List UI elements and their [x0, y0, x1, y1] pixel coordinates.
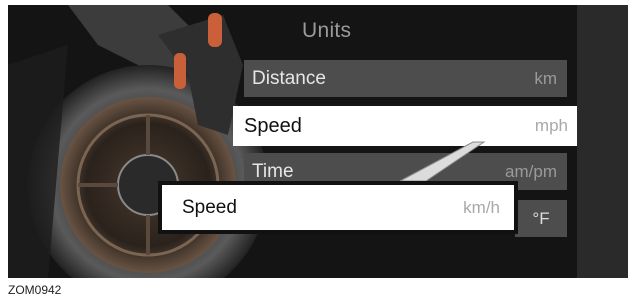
side-panel	[577, 5, 628, 278]
callout-option[interactable]: Speed km/h	[162, 185, 514, 230]
callout-label: Speed	[182, 196, 237, 218]
figure-code: ZOM0942	[8, 283, 62, 297]
callout-value: km/h	[463, 197, 500, 217]
speed-unit-callout: Speed km/h	[158, 181, 518, 234]
callout-pointer	[399, 141, 486, 182]
instrument-display: Units Distance km Speed mph Time am/pm °…	[8, 5, 577, 278]
